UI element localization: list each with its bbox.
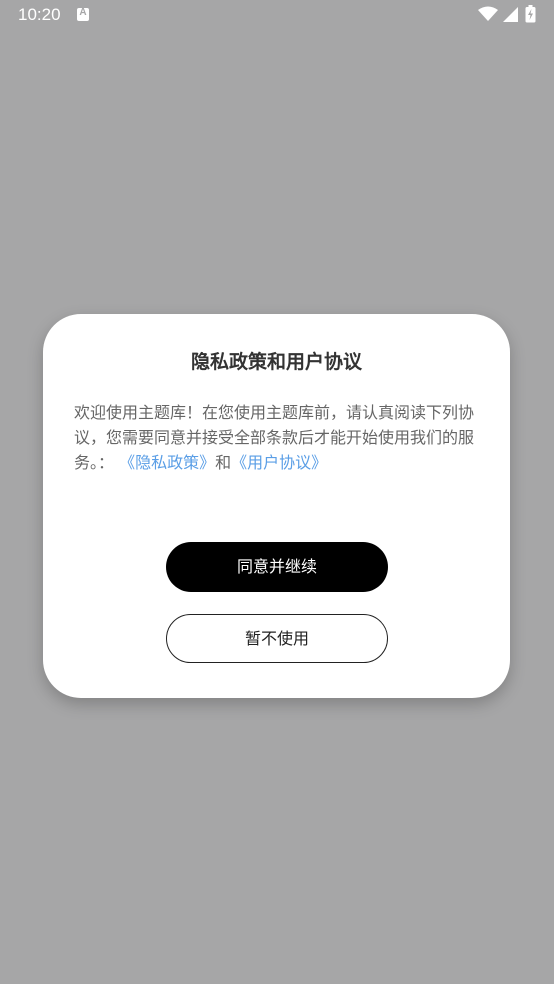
privacy-dialog: 隐私政策和用户协议 欢迎使用主题库！在您使用主题库前，请认真阅读下列协议，您需要…	[43, 314, 510, 698]
privacy-policy-link[interactable]: 《隐私政策》	[119, 453, 215, 472]
dialog-body: 欢迎使用主题库！在您使用主题库前，请认真阅读下列协议，您需要同意并接受全部条款后…	[74, 400, 480, 475]
decline-button[interactable]: 暂不使用	[166, 614, 388, 663]
notification-a-glyph: A	[79, 7, 87, 18]
user-agreement-link[interactable]: 《用户协议》	[231, 453, 327, 472]
link-connector: 和	[215, 453, 232, 472]
status-time: 10:20	[18, 5, 61, 24]
battery-icon	[525, 5, 536, 23]
agree-continue-button[interactable]: 同意并继续	[166, 542, 388, 592]
status-bar: 10:20 A	[0, 0, 554, 30]
dialog-title: 隐私政策和用户协议	[190, 351, 362, 373]
wifi-icon	[478, 6, 498, 21]
signal-icon	[503, 7, 518, 22]
notification-a-icon: A	[77, 7, 89, 21]
